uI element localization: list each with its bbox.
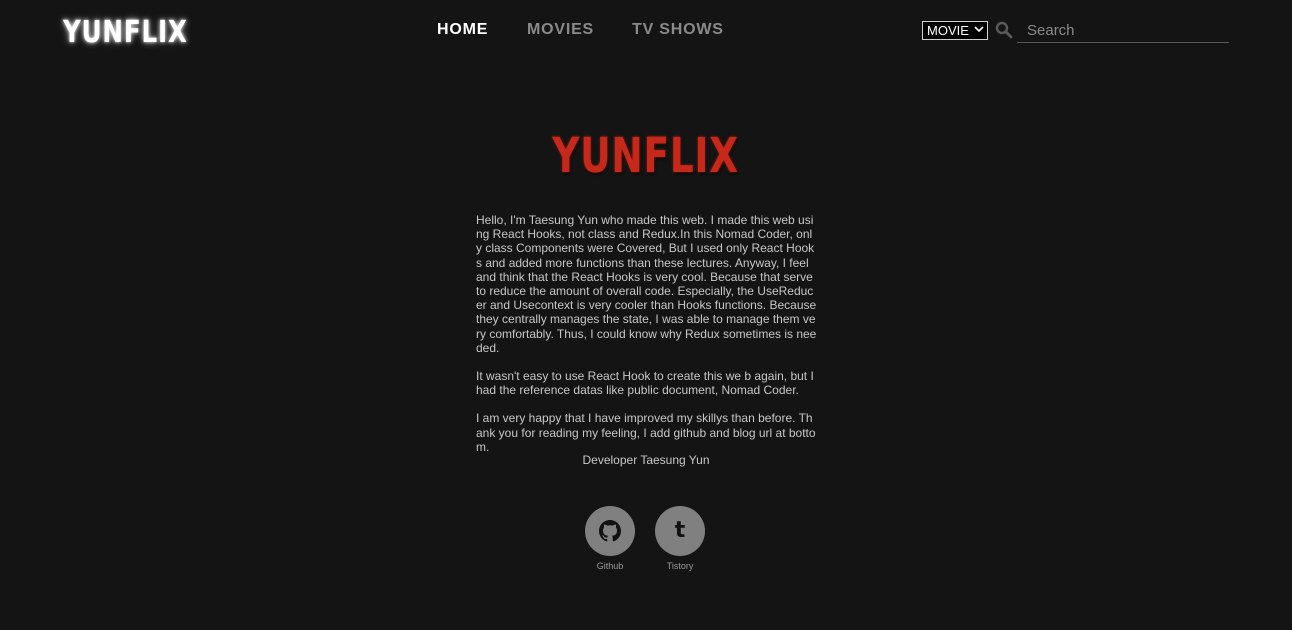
hero-logo: YUNFLIX (0, 128, 1292, 184)
nav-tv-shows[interactable]: TV SHOWS (632, 20, 724, 40)
page: YUNFLIX HOME MOVIES TV SHOWS MOVIE YUNFL… (0, 0, 1292, 630)
tistory-button[interactable]: t (655, 506, 705, 556)
media-type-selected: MOVIE (927, 23, 969, 38)
external-links: Github t Tistory (585, 506, 707, 576)
about-paragraph: I am very happy that I have improved my … (476, 411, 816, 454)
chevron-down-icon (974, 26, 984, 33)
media-type-select[interactable]: MOVIE (922, 21, 988, 40)
tistory-link[interactable]: t Tistory (655, 506, 705, 572)
github-link[interactable]: Github (585, 506, 635, 572)
about-paragraph: Hello, I'm Taesung Yun who made this web… (476, 213, 817, 355)
github-button[interactable] (585, 506, 635, 556)
developer-signature: Developer Taesung Yun (582, 453, 710, 467)
tistory-label: Tistory (666, 561, 694, 571)
about-paragraph: It wasn't easy to use React Hook to crea… (476, 369, 814, 398)
nav-home[interactable]: HOME (437, 20, 488, 40)
hero-logo-text: YUNFLIX (552, 128, 740, 184)
github-icon (599, 520, 621, 542)
search-input[interactable] (1017, 18, 1229, 43)
top-navbar: YUNFLIX HOME MOVIES TV SHOWS MOVIE (0, 0, 1292, 62)
search-icon[interactable] (995, 21, 1013, 39)
brand-logo[interactable]: YUNFLIX (63, 15, 188, 51)
tistory-icon: t (674, 518, 686, 543)
github-label: Github (596, 561, 624, 571)
about-text: Hello, I'm Taesung Yun who made this web… (476, 213, 818, 468)
nav-movies[interactable]: MOVIES (527, 20, 594, 40)
